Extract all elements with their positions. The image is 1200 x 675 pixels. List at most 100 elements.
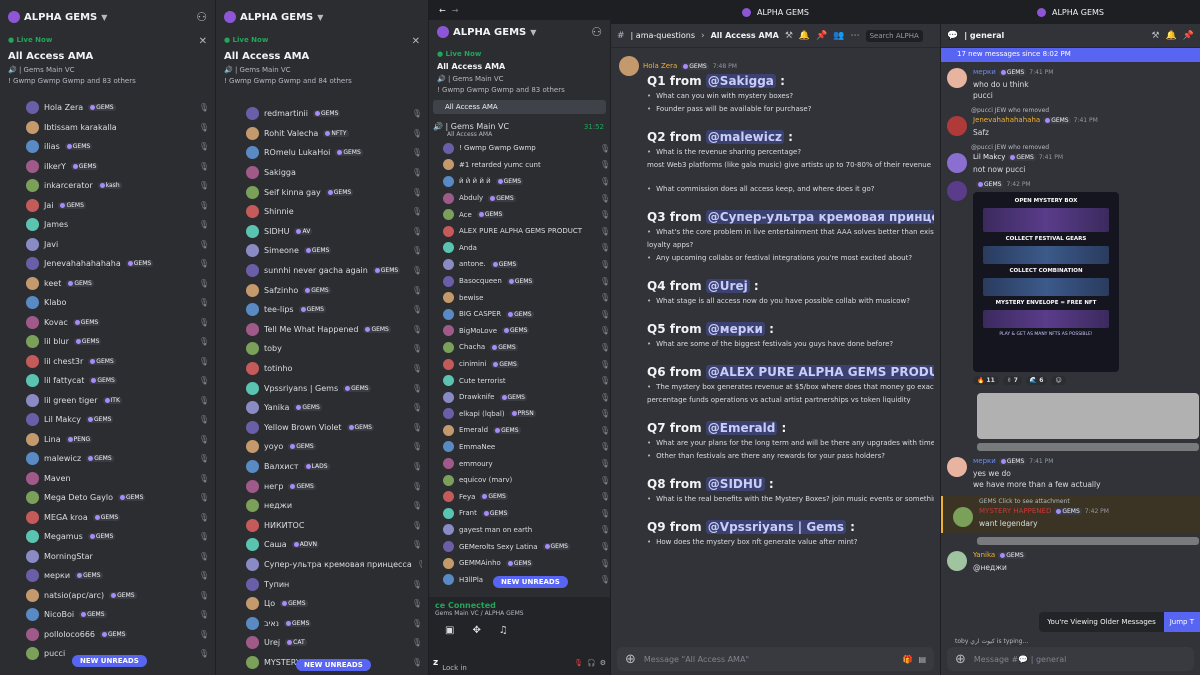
member-row[interactable]: BIG CASPER GEMS 🎙 [429,306,610,323]
member-row[interactable]: Urej CAT 🎙 [222,633,422,653]
author-name[interactable]: Hola Zera [643,62,677,70]
member-row[interactable]: equicov (marv) 🎙 [429,472,610,489]
mute-icon[interactable]: 🎙 [574,659,583,667]
avatar[interactable] [619,56,639,76]
gif-icon[interactable]: ▤ [918,655,926,664]
member-row[interactable]: Simeone GEMS 🎙 [222,241,422,261]
add-reaction-icon[interactable]: ☺ [1051,376,1066,385]
message-composer[interactable]: ⊕ Message "All Access AMA" 🎁 ▤ [617,647,934,671]
member-row[interactable]: ALEX PURE ALPHA GEMS PRODUCT 🎙 [429,223,610,240]
member-row[interactable]: ROmelu LukaHoi GEMS 🎙 [222,143,422,163]
plus-icon[interactable]: ⊕ [955,652,966,667]
chevron-down-icon[interactable]: ▼ [101,13,107,22]
voice-channel[interactable]: 🔊 | Gems Main VC 31:52 [429,114,610,131]
jump-to-present-button[interactable]: Jump T [1163,612,1200,632]
member-row[interactable]: Тупин 🎙 [222,574,422,594]
member-row[interactable]: Drawknife GEMS 🎙 [429,389,610,406]
member-row[interactable]: Jai GEMS 🎙 [6,196,209,216]
chevron-down-icon[interactable]: ▼ [317,13,323,22]
member-row[interactable]: ! Gwmp Gwmp Gwmp 🎙 [429,140,610,157]
gift-icon[interactable]: 🎁 [902,655,912,664]
avatar[interactable] [947,153,967,173]
live-now-card[interactable]: ● Live Now ✕ All Access AMA 🔊 | Gems Main… [0,34,215,85]
member-row[interactable]: Lina PENG 🎙 [6,430,209,450]
server-header[interactable]: ALPHA GEMS ▼ ⚇ [429,20,610,44]
member-row[interactable]: James 🎙 [6,215,209,235]
member-row[interactable]: BigMoLove GEMS 🎙 [429,323,610,340]
member-row[interactable]: natsio(apc/arc) GEMS 🎙 [6,586,209,606]
member-row[interactable]: EmmaNee 🎙 [429,439,610,456]
member-row[interactable]: Rohit Valecha NFTY 🎙 [222,124,422,144]
author-name[interactable]: Yanika [973,551,995,559]
member-row[interactable]: cinimini GEMS 🎙 [429,356,610,373]
member-row[interactable]: Yellow Brown Violet GEMS 🎙 [222,418,422,438]
user-mention[interactable]: @ALEX PURE ALPHA GEMS PRODUCT [705,365,934,379]
reply-reference[interactable]: @pucci JEW who removed [941,144,1200,151]
author-name[interactable]: мерки [973,68,996,76]
member-row[interactable]: Lil Makcy GEMS 🎙 [6,410,209,430]
member-row[interactable]: polloloco666 GEMS 🎙 [6,625,209,645]
gear-icon[interactable]: ⚙ [600,659,606,667]
author-name[interactable]: Jenevahahahahaha [973,116,1040,124]
reaction-hand[interactable]: ✌ 7 [1002,376,1022,385]
user-mention[interactable]: @Urej [705,279,750,293]
member-row[interactable]: Cute terrorist 🎙 [429,372,610,389]
member-row[interactable]: Feya GEMS 🎙 [429,488,610,505]
member-row[interactable]: Megamus GEMS 🎙 [6,527,209,547]
chevron-down-icon[interactable]: ▼ [530,28,536,37]
reaction-wave[interactable]: 🌊 6 [1025,376,1048,385]
new-messages-bar[interactable]: 17 new messages since 8:02 PM [941,48,1200,62]
live-now-card[interactable]: ● Live Now All Access AMA 🔊 | Gems Main … [429,44,610,94]
member-row[interactable]: inkarcerator kash 🎙 [6,176,209,196]
pin-icon[interactable]: 📌 [816,31,827,41]
message-composer[interactable]: ⊕ Message #💬 | general [947,647,1194,671]
live-now-card[interactable]: ● Live Now ✕ All Access AMA 🔊 | Gems Main… [216,34,428,85]
member-row[interactable]: Frant GEMS 🎙 [429,505,610,522]
member-row[interactable]: Chacha GEMS 🎙 [429,339,610,356]
soundboard-icon[interactable]: ♫ [499,625,508,636]
member-row[interactable]: gayest man on earth 🎙 [429,522,610,539]
member-row[interactable]: lil green tiger ITK 🎙 [6,391,209,411]
member-row[interactable]: Ace GEMS 🎙 [429,206,610,223]
member-row[interactable]: elkapi (lqbal) PRSN 🎙 [429,406,610,423]
member-row[interactable]: Klabo 🎙 [6,293,209,313]
new-unreads-button[interactable]: NEW UNREADS [72,655,147,667]
member-row[interactable]: malewicz GEMS 🎙 [6,449,209,469]
member-row[interactable]: Hola Zera GEMS 🎙 [6,98,209,118]
member-row[interactable]: נאיב GEMS 🎙 [222,613,422,633]
threads-icon[interactable]: ⚒ [785,31,793,41]
member-row[interactable]: antone. GEMS 🎙 [429,256,610,273]
more-icon[interactable]: ⋯ [851,31,860,41]
member-row[interactable]: Mega Deto Gaylo GEMS 🎙 [6,488,209,508]
search-input[interactable]: Search ALPHA [865,29,923,42]
member-row[interactable]: redmartinii GEMS 🎙 [222,104,422,124]
avatar[interactable] [953,507,973,527]
member-row[interactable]: Javi 🎙 [6,235,209,255]
server-header[interactable]: ALPHA GEMS ▼ ⚇ [0,0,215,34]
member-row[interactable]: lil fattycat GEMS 🎙 [6,371,209,391]
member-row[interactable]: MorningStar 🎙 [6,547,209,567]
member-row[interactable]: toby 🎙 [222,339,422,359]
server-header[interactable]: ALPHA GEMS ▼ [216,0,428,34]
member-row[interactable]: ilias GEMS 🎙 [6,137,209,157]
member-row[interactable]: Sakigga 🎙 [222,163,422,183]
member-row[interactable]: GEMerolts Sexy Latina GEMS 🎙 [429,538,610,555]
author-name[interactable]: MYSTERY HAPPENED [979,507,1051,515]
member-row[interactable]: Vpssriyans | Gems GEMS 🎙 [222,378,422,398]
member-row[interactable]: MEGA kroa GEMS 🎙 [6,508,209,528]
user-mention[interactable]: @Vpssriyans | Gems [705,520,846,534]
member-row[interactable]: Супер-ультра кремовая принцесса 🎙 [222,555,422,575]
member-row[interactable]: Safzinho GEMS 🎙 [222,280,422,300]
member-row[interactable]: sunnhi never gacha again GEMS 🎙 [222,261,422,281]
member-row[interactable]: Jenevahahahahaha GEMS 🎙 [6,254,209,274]
channel-name[interactable]: | general [964,31,1004,40]
member-row[interactable]: ilkerY GEMS 🎙 [6,157,209,177]
author-name[interactable]: Lil Makcy [973,153,1005,161]
member-row[interactable]: emmoury 🎙 [429,455,610,472]
author-name[interactable]: мерки [973,457,996,465]
member-row[interactable]: неджи 🎙 [222,496,422,516]
member-row[interactable]: Цо GEMS 🎙 [222,594,422,614]
reply-reference[interactable]: @pucci JEW who removed [941,107,1200,114]
member-row[interactable]: Abduly GEMS 🎙 [429,190,610,207]
close-icon[interactable]: ✕ [412,36,420,47]
